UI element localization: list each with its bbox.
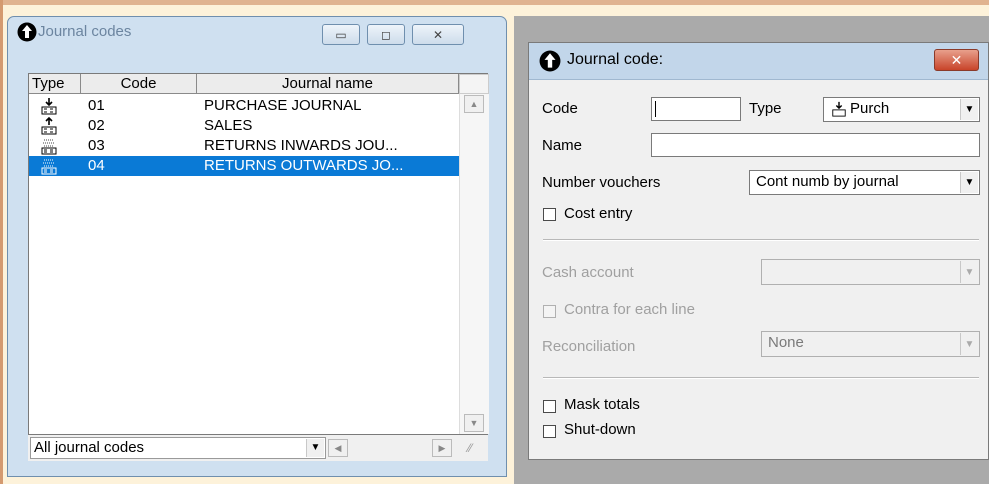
mask-totals-label: Mask totals — [564, 396, 640, 413]
scroll-left-button[interactable]: ◀ — [328, 439, 348, 457]
close-icon: ✕ — [950, 51, 963, 68]
scroll-up-button[interactable]: ▲ — [464, 95, 484, 113]
name-input[interactable] — [651, 133, 980, 157]
separator — [543, 239, 979, 241]
vertical-scrollbar[interactable]: ▲ ▼ — [459, 94, 489, 434]
maximize-button[interactable]: ◻ — [367, 24, 405, 45]
type-value: Purch — [850, 100, 890, 117]
minimize-button[interactable]: ▭ — [322, 24, 360, 45]
column-header-name[interactable]: Journal name — [197, 74, 459, 94]
reconciliation-label: Reconciliation — [542, 338, 636, 355]
column-header-code[interactable]: Code — [81, 74, 197, 94]
row-name: RETURNS INWARDS JOU... — [204, 137, 398, 154]
chevron-down-icon[interactable]: ▼ — [960, 261, 978, 283]
number-vouchers-label: Number vouchers — [542, 174, 661, 191]
frame-top — [0, 0, 989, 5]
maximize-icon: ◻ — [381, 27, 391, 42]
row-code: 04 — [88, 157, 105, 174]
contra-checkbox[interactable] — [543, 305, 556, 318]
cash-account-label: Cash account — [542, 264, 634, 281]
number-vouchers-select[interactable]: Cont numb by journal ▼ — [749, 170, 980, 195]
arrow-left-icon: ◀ — [334, 442, 342, 453]
dialog-title: Journal code: — [567, 51, 664, 68]
close-icon: ✕ — [432, 27, 444, 42]
table-row-selected[interactable]: 04 RETURNS OUTWARDS JO... — [29, 156, 459, 176]
dialog-close-button[interactable]: ✕ — [934, 49, 979, 71]
row-name: PURCHASE JOURNAL — [204, 97, 362, 114]
scroll-right-button[interactable]: ▶ — [432, 439, 452, 457]
app-logo-icon — [539, 50, 561, 76]
app-logo-icon — [17, 22, 37, 46]
returns-icon — [40, 157, 58, 181]
type-select[interactable]: Purch ▼ — [823, 97, 980, 122]
chevron-down-icon[interactable]: ▼ — [960, 99, 978, 120]
list-footer: All journal codes ▼ ◀ ▶ ⁄⁄ — [28, 435, 488, 461]
arrow-up-icon: ▲ — [469, 99, 479, 109]
cash-account-select[interactable]: ▼ — [761, 259, 980, 285]
chevron-down-icon[interactable]: ▼ — [960, 172, 978, 193]
code-input[interactable] — [651, 97, 741, 121]
arrow-down-icon: ▼ — [469, 418, 479, 428]
close-button[interactable]: ✕ — [412, 24, 464, 45]
row-name: SALES — [204, 117, 253, 134]
mask-totals-checkbox[interactable] — [543, 400, 556, 413]
row-name: RETURNS OUTWARDS JO... — [204, 157, 404, 174]
table-row[interactable]: 03 RETURNS INWARDS JOU... — [29, 136, 459, 156]
table-row[interactable]: 02 SALES — [29, 116, 459, 136]
minimize-icon: ▭ — [335, 27, 347, 42]
cost-entry-label: Cost entry — [564, 205, 633, 222]
frame-left — [0, 0, 3, 484]
shut-down-checkbox[interactable] — [543, 425, 556, 438]
arrow-right-icon: ▶ — [438, 442, 446, 453]
window-title: Journal codes — [38, 23, 132, 40]
table-row[interactable]: 01 PURCHASE JOURNAL — [29, 96, 459, 116]
header-spacer — [459, 74, 489, 94]
row-code: 02 — [88, 117, 105, 134]
scroll-down-button[interactable]: ▼ — [464, 414, 484, 432]
dialog-titlebar: Journal code: ✕ — [529, 43, 988, 80]
purchase-icon — [831, 101, 847, 123]
shut-down-label: Shut-down — [564, 421, 636, 438]
contra-label: Contra for each line — [564, 301, 695, 318]
separator — [543, 377, 979, 379]
type-label: Type — [749, 100, 782, 117]
column-header-type[interactable]: Type — [29, 74, 81, 94]
text-cursor — [655, 101, 656, 117]
filter-value: All journal codes — [34, 439, 145, 456]
cost-entry-checkbox[interactable] — [543, 208, 556, 221]
reconciliation-select[interactable]: None ▼ — [761, 331, 980, 357]
row-code: 01 — [88, 97, 105, 114]
chevron-down-icon[interactable]: ▼ — [960, 333, 978, 355]
journal-list[interactable]: Type Code Journal name 01 PURCHASE JOURN… — [28, 73, 489, 435]
journal-code-dialog: Journal code: ✕ Code Type Purch ▼ Name N… — [528, 42, 989, 460]
row-code: 03 — [88, 137, 105, 154]
journal-filter-select[interactable]: All journal codes ▼ — [30, 437, 326, 459]
resize-grip-icon[interactable]: ⁄⁄ — [468, 441, 472, 455]
name-label: Name — [542, 137, 583, 154]
number-vouchers-value: Cont numb by journal — [756, 173, 899, 190]
reconciliation-value: None — [768, 334, 804, 351]
chevron-down-icon[interactable]: ▼ — [306, 439, 324, 457]
code-label: Code — [542, 100, 578, 117]
